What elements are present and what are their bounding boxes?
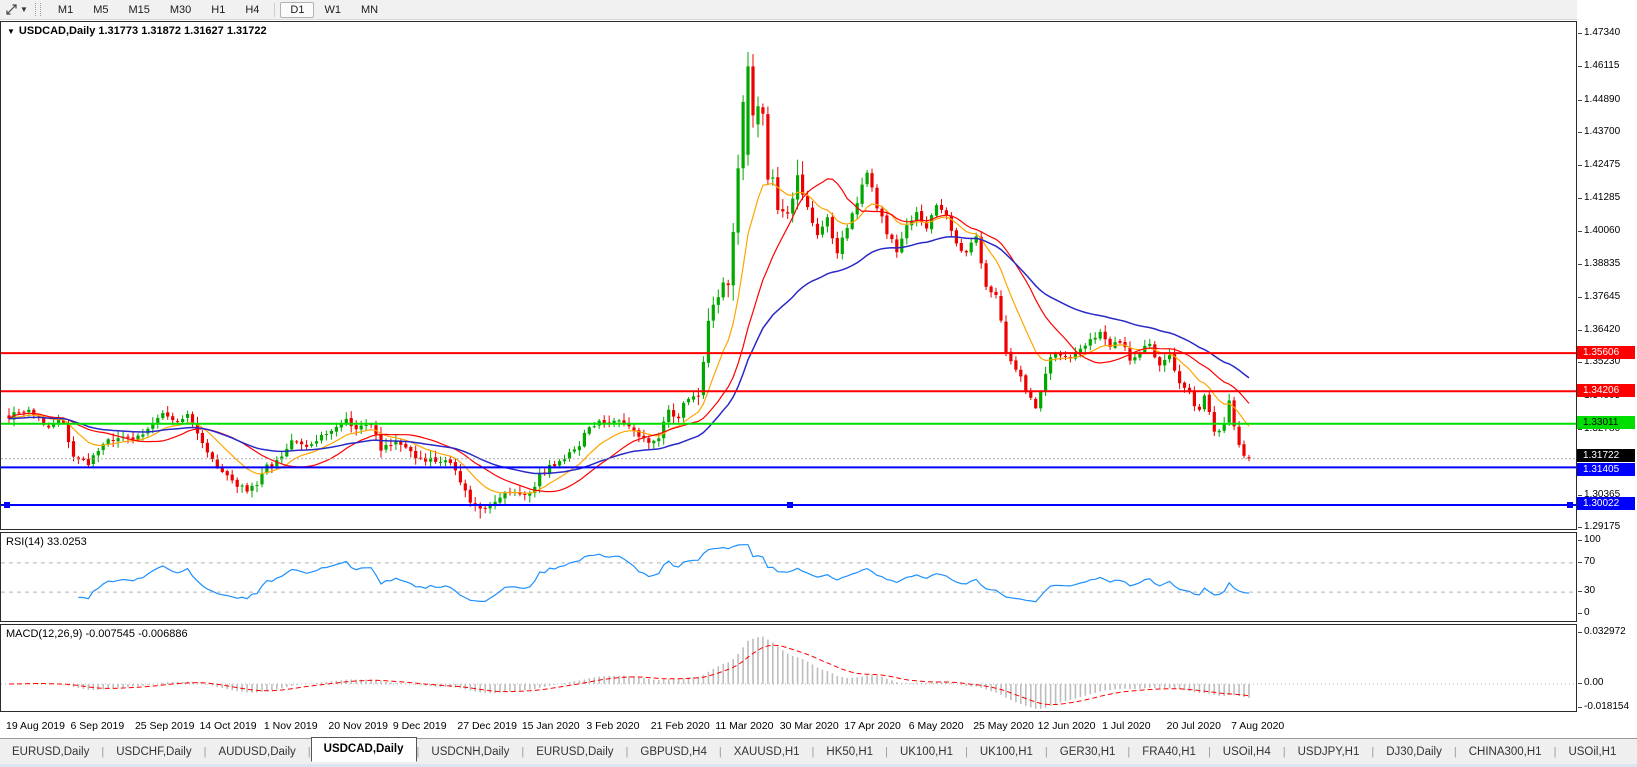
date-label: 20 Jul 2020 <box>1167 720 1221 732</box>
date-label: 1 Nov 2019 <box>264 720 318 732</box>
axis-tick-label: 1.40060 <box>1584 225 1620 236</box>
price-badge: 1.30022 <box>1577 497 1635 510</box>
date-label: 3 Feb 2020 <box>586 720 639 732</box>
chart-tab-audusd-daily-2[interactable]: AUDUSD,Daily <box>206 742 307 762</box>
chart-tab-usoil-h1-17[interactable]: USOil,H1 <box>1556 742 1628 762</box>
date-label: 25 Sep 2019 <box>135 720 195 732</box>
axis-tick-label: 1.46115 <box>1584 60 1619 71</box>
date-label: 15 Jan 2020 <box>522 720 580 732</box>
rsi-panel[interactable]: RSI(14) 33.0253 <box>0 532 1577 622</box>
date-label: 7 Aug 2020 <box>1231 720 1284 732</box>
axis-tick-label: 0 <box>1584 607 1590 618</box>
chart-title-text: USDCAD,Daily 1.31773 1.31872 1.31627 1.3… <box>19 25 267 37</box>
chart-tab-xauusd-h1-7[interactable]: XAUUSD,H1 <box>722 742 812 762</box>
chart-tab-usdjpy-h1-14[interactable]: USDJPY,H1 <box>1286 742 1372 762</box>
chart-tab-uk100-h1-10[interactable]: UK100,H1 <box>968 742 1045 762</box>
axis-tick-label: 0.00 <box>1584 677 1603 688</box>
chart-tab-usdchf-daily-1[interactable]: USDCHF,Daily <box>104 742 203 762</box>
axis-tick-label: 1.29175 <box>1584 521 1620 532</box>
tool-dropdown-caret-icon[interactable]: ▼ <box>20 5 28 14</box>
axis-tick-label: 1.42475 <box>1584 159 1620 170</box>
timeframe-button-m15[interactable]: M15 <box>118 2 159 18</box>
axis-tick-label: 0.032972 <box>1584 626 1626 637</box>
chart-title: ▼ USDCAD,Daily 1.31773 1.31872 1.31627 1… <box>7 25 267 37</box>
candlestick-chart[interactable] <box>1 22 1576 529</box>
date-label: 20 Nov 2019 <box>328 720 388 732</box>
date-label: 30 Mar 2020 <box>780 720 839 732</box>
timeframe-button-mn[interactable]: MN <box>351 2 388 18</box>
price-axis: 1.47340 1.46115 1.44890 1.43700 1.42475 1.412… <box>1577 0 1637 767</box>
date-label: 11 Mar 2020 <box>715 720 773 732</box>
chart-tab-china300-h1-16[interactable]: CHINA300,H1 <box>1457 742 1554 762</box>
toolbar-separator <box>274 3 275 17</box>
date-label: 1 Jul 2020 <box>1102 720 1150 732</box>
main-chart-panel[interactable]: ▼ USDCAD,Daily 1.31773 1.31872 1.31627 1… <box>0 21 1577 530</box>
timeframe-button-d1[interactable]: D1 <box>280 2 314 18</box>
time-axis: 19 Aug 2019 6 Sep 2019 25 Sep 2019 14 Oct 2… <box>0 712 1577 738</box>
axis-tick-label: 1.44890 <box>1584 94 1620 105</box>
date-label: 25 May 2020 <box>973 720 1034 732</box>
axis-tick-label: 1.41285 <box>1584 192 1620 203</box>
chart-tab-usdcnh-daily-4[interactable]: USDCNH,Daily <box>419 742 521 762</box>
macd-panel[interactable]: MACD(12,26,9) -0.007545 -0.006886 <box>0 624 1577 712</box>
rsi-chart[interactable] <box>1 533 1576 621</box>
timeframe-button-m30[interactable]: M30 <box>160 2 201 18</box>
axis-tick-label: 70 <box>1584 556 1595 567</box>
price-badge: 1.31405 <box>1577 463 1635 476</box>
chart-tab-gbpusd-h4-6[interactable]: GBPUSD,H4 <box>628 742 718 762</box>
chart-tab-bar: EURUSD,Daily|USDCHF,Daily|AUDUSD,Daily|U… <box>0 738 1637 765</box>
toolbar-grip[interactable] <box>35 3 41 16</box>
timeframe-button-h4[interactable]: H4 <box>235 2 269 18</box>
chart-tab-eurusd-daily-0[interactable]: EURUSD,Daily <box>0 742 101 762</box>
axis-tick-label: 1.37645 <box>1584 291 1620 302</box>
chart-tab-usdcad-daily-3[interactable]: USDCAD,Daily <box>311 737 417 762</box>
date-label: 9 Dec 2019 <box>393 720 447 732</box>
axis-tick-label: 1.47340 <box>1584 27 1620 38</box>
axis-tick-label: 1.36420 <box>1584 324 1620 335</box>
chart-tab-fra40-h1-12[interactable]: FRA40,H1 <box>1130 742 1208 762</box>
date-label: 6 Sep 2019 <box>70 720 124 732</box>
price-badge: 1.35606 <box>1577 346 1635 359</box>
macd-chart[interactable] <box>1 625 1576 711</box>
price-badge: 1.33011 <box>1577 416 1635 429</box>
tab-nav: ◄► <box>1628 747 1637 757</box>
timeframe-button-m5[interactable]: M5 <box>83 2 118 18</box>
axis-tick-label: 1.43700 <box>1584 126 1620 137</box>
timeframe-button-w1[interactable]: W1 <box>314 2 351 18</box>
date-label: 12 Jun 2020 <box>1038 720 1096 732</box>
date-label: 21 Feb 2020 <box>651 720 710 732</box>
axis-tick-label: -0.018154 <box>1584 701 1629 712</box>
axis-tick-label: 100 <box>1584 534 1601 545</box>
crosshair-tool-icon[interactable] <box>5 3 18 16</box>
top-toolbar: ▼ M1M5M15M30H1H4 D1W1MN <box>0 0 1637 20</box>
chart-tab-uk100-h1-9[interactable]: UK100,H1 <box>888 742 965 762</box>
macd-label: MACD(12,26,9) -0.007545 -0.006886 <box>6 628 188 640</box>
date-label: 14 Oct 2019 <box>199 720 256 732</box>
axis-tick-label: 30 <box>1584 585 1595 596</box>
rsi-label: RSI(14) 33.0253 <box>6 536 87 548</box>
trading-app-window: ▼ M1M5M15M30H1H4 D1W1MN ▼ USDCAD,Daily 1.… <box>0 0 1637 767</box>
price-badge: 1.31722 <box>1577 449 1635 462</box>
date-label: 19 Aug 2019 <box>6 720 65 732</box>
timeframe-button-h1[interactable]: H1 <box>201 2 235 18</box>
timeframe-button-group: M1M5M15M30H1H4 D1W1MN <box>48 2 388 18</box>
chart-tab-usoil-h4-13[interactable]: USOil,H4 <box>1211 742 1283 762</box>
symbol-caret-icon[interactable]: ▼ <box>7 27 15 36</box>
date-label: 27 Dec 2019 <box>457 720 517 732</box>
chart-tab-eurusd-daily-5[interactable]: EURUSD,Daily <box>524 742 625 762</box>
date-label: 6 May 2020 <box>909 720 964 732</box>
axis-tick-label: 1.38835 <box>1584 258 1620 269</box>
chart-tab-dj30-daily-15[interactable]: DJ30,Daily <box>1374 742 1454 762</box>
timeframe-button-m1[interactable]: M1 <box>48 2 83 18</box>
chart-tab-ger30-h1-11[interactable]: GER30,H1 <box>1048 742 1128 762</box>
price-badge: 1.34206 <box>1577 384 1635 397</box>
chart-tab-hk50-h1-8[interactable]: HK50,H1 <box>814 742 885 762</box>
date-label: 17 Apr 2020 <box>844 720 901 732</box>
